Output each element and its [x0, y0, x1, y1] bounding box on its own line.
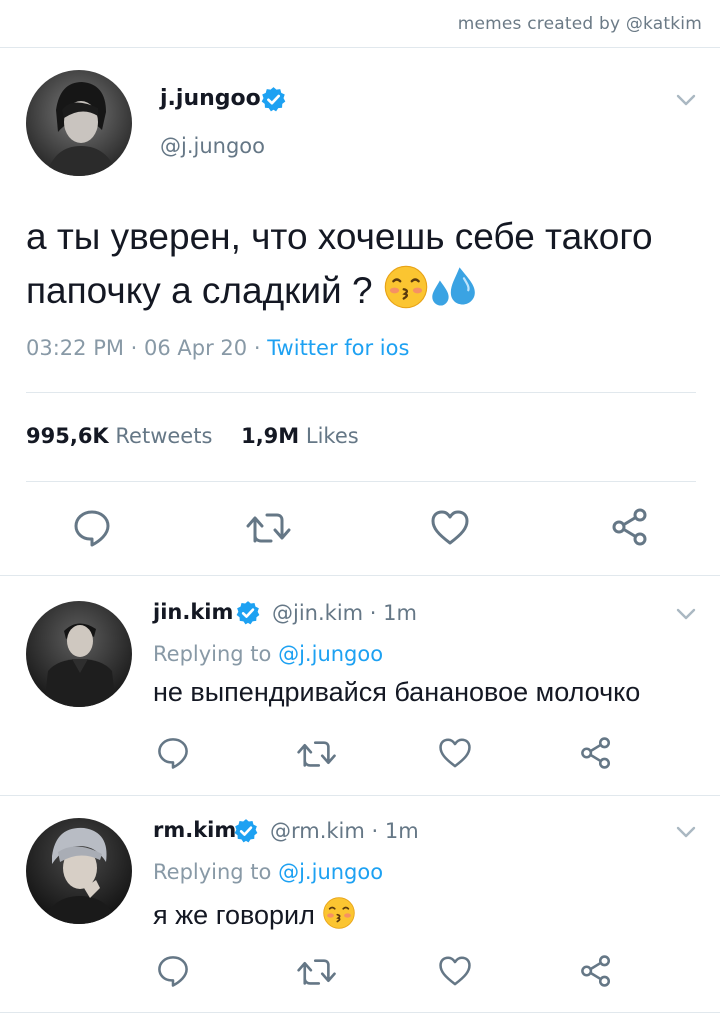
avatar[interactable] [26, 70, 132, 176]
verified-icon [235, 600, 261, 626]
chevron-down-icon[interactable] [674, 820, 698, 844]
reply-icon[interactable] [72, 508, 112, 548]
divider [0, 795, 720, 796]
like-icon[interactable] [438, 955, 472, 986]
tweet-stats: 995,6K Retweets 1,9M Likes [26, 424, 359, 448]
user-handle[interactable]: @jin.kim [272, 601, 363, 625]
retweet-icon[interactable] [245, 510, 293, 546]
kissing-face-emoji [383, 264, 429, 310]
reply-time: 1m [384, 819, 419, 843]
display-name[interactable]: jin.kim [153, 600, 233, 624]
likes-count[interactable]: 1,9M [241, 424, 299, 448]
tweet-text-content: а ты уверен, что хочешь себе такого папо… [26, 216, 653, 311]
divider [26, 392, 696, 393]
tweet-meta: 03:22 PM · 06 Apr 20 · Twitter for ios [26, 336, 409, 360]
reply-meta: @jin.kim · 1m [272, 601, 417, 625]
share-icon[interactable] [610, 507, 650, 547]
reply-text: я же говорил [153, 900, 315, 930]
likes-label[interactable]: Likes [306, 424, 359, 448]
retweet-icon[interactable] [296, 738, 338, 770]
retweets-count[interactable]: 995,6K [26, 424, 109, 448]
share-icon[interactable] [579, 954, 613, 988]
like-icon[interactable] [438, 737, 472, 768]
kissing-face-emoji [322, 896, 356, 930]
retweet-icon[interactable] [296, 956, 338, 988]
replying-to: Replying to @j.jungoo [153, 642, 383, 666]
divider [0, 575, 720, 576]
reply-icon[interactable] [156, 736, 190, 770]
reply-time: 1m [383, 601, 417, 625]
tweet-time: 03:22 PM [26, 336, 124, 360]
chevron-down-icon[interactable] [674, 602, 698, 626]
like-icon[interactable] [430, 509, 470, 545]
verified-icon [260, 86, 287, 113]
reply-icon[interactable] [156, 954, 190, 988]
reply-meta: @rm.kim · 1m [270, 819, 419, 843]
avatar[interactable] [26, 818, 132, 924]
display-name[interactable]: j.jungoo [160, 86, 261, 111]
tweet-source-link[interactable]: Twitter for ios [267, 336, 409, 360]
meta-separator: · [363, 601, 384, 625]
replying-to-handle[interactable]: @j.jungoo [278, 860, 383, 884]
divider [0, 1012, 720, 1013]
credit-watermark: memes created by @katkim [457, 14, 702, 34]
chevron-down-icon[interactable] [674, 88, 698, 112]
replying-label: Replying to [153, 642, 272, 666]
meta-separator: · [130, 336, 145, 360]
reply-text: не выпендривайся банановое молочко [153, 677, 641, 707]
tweet-date: 06 Apr 20 [144, 336, 248, 360]
meta-separator: · [364, 819, 385, 843]
meta-separator: · [253, 336, 268, 360]
replying-label: Replying to [153, 860, 272, 884]
replying-to: Replying to @j.jungoo [153, 860, 383, 884]
divider [26, 481, 696, 482]
share-icon[interactable] [579, 736, 613, 770]
sweat-droplets-emoji [429, 264, 477, 310]
user-handle[interactable]: @rm.kim [270, 819, 365, 843]
verified-icon [233, 818, 259, 844]
replying-to-handle[interactable]: @j.jungoo [278, 642, 383, 666]
retweets-label[interactable]: Retweets [115, 424, 212, 448]
tweet-text: а ты уверен, что хочешь себе такого папо… [26, 210, 706, 318]
reply-text-row: я же говорил [153, 896, 356, 931]
user-handle[interactable]: @j.jungoo [160, 134, 265, 158]
avatar[interactable] [26, 601, 132, 707]
divider [0, 47, 720, 48]
display-name[interactable]: rm.kim [153, 818, 236, 842]
